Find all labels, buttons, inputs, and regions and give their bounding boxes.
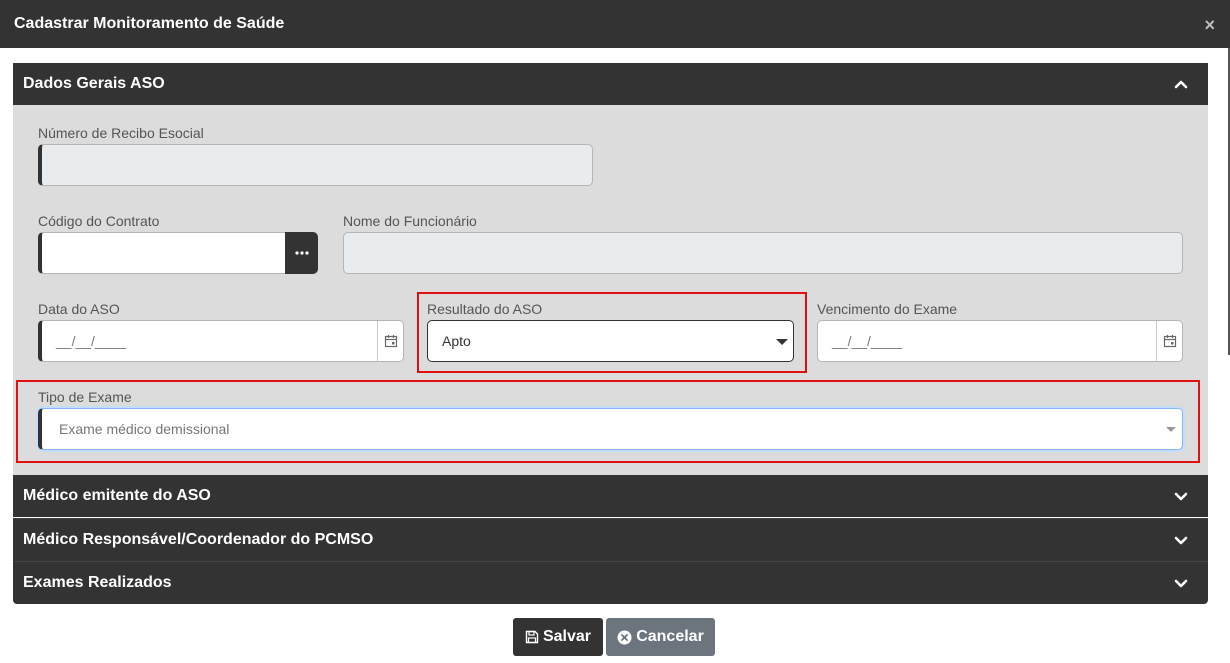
- search-contrato-button[interactable]: [285, 232, 318, 274]
- floppy-disk-icon: [525, 630, 539, 644]
- cancel-button-label: Cancelar: [636, 628, 704, 645]
- data-aso-label: Data do ASO: [38, 301, 120, 317]
- highlight-resultado-aso: [417, 292, 807, 373]
- close-icon[interactable]: ×: [1204, 16, 1215, 34]
- chevron-down-icon: [1174, 536, 1188, 545]
- section-title: Médico Responsável/Coordenador do PCMSO: [23, 531, 374, 548]
- numero-recibo-field[interactable]: [38, 144, 593, 186]
- section-title: Médico emitente do ASO: [23, 487, 211, 504]
- codigo-contrato-label: Código do Contrato: [38, 213, 160, 229]
- section-title: Exames Realizados: [23, 574, 172, 591]
- numero-recibo-label: Número de Recibo Esocial: [38, 125, 204, 141]
- chevron-up-icon: [1174, 80, 1188, 89]
- save-button[interactable]: Salvar: [513, 618, 603, 656]
- chevron-down-icon: [1174, 579, 1188, 588]
- data-aso-value: __/__/____: [56, 333, 127, 349]
- section-medico-responsavel: Médico Responsável/Coordenador do PCMSO: [13, 518, 1208, 561]
- calendar-icon[interactable]: [1156, 321, 1182, 361]
- vencimento-exame-label: Vencimento do Exame: [817, 301, 958, 317]
- section-dados-gerais: Dados Gerais ASO: [13, 63, 1208, 105]
- modal-header: Cadastrar Monitoramento de Saúde ×: [0, 0, 1230, 48]
- section-medico-emitente: Médico emitente do ASO: [13, 475, 1208, 517]
- codigo-contrato-field[interactable]: [38, 232, 286, 274]
- section-dados-gerais-header[interactable]: Dados Gerais ASO: [13, 63, 1208, 105]
- vencimento-exame-field[interactable]: __/__/____: [817, 320, 1183, 362]
- highlight-tipo-exame: [16, 380, 1200, 463]
- section-medico-responsavel-header[interactable]: Médico Responsável/Coordenador do PCMSO: [13, 519, 1208, 561]
- more-icon: [294, 251, 309, 255]
- save-button-label: Salvar: [542, 628, 592, 645]
- cancel-circle-icon: [617, 630, 632, 644]
- section-exames-realizados-header[interactable]: Exames Realizados: [13, 562, 1208, 604]
- modal-title: Cadastrar Monitoramento de Saúde: [14, 15, 285, 32]
- data-aso-field[interactable]: __/__/____: [38, 320, 404, 362]
- vencimento-exame-value: __/__/____: [832, 333, 903, 349]
- cancel-button[interactable]: Cancelar: [606, 618, 715, 656]
- nome-funcionario-field[interactable]: [343, 232, 1183, 274]
- calendar-icon[interactable]: [377, 321, 403, 361]
- chevron-down-icon: [1174, 492, 1188, 501]
- section-medico-emitente-header[interactable]: Médico emitente do ASO: [13, 475, 1208, 517]
- section-title: Dados Gerais ASO: [23, 75, 165, 92]
- nome-funcionario-label: Nome do Funcionário: [343, 213, 477, 229]
- section-exames-realizados: Exames Realizados: [13, 561, 1208, 604]
